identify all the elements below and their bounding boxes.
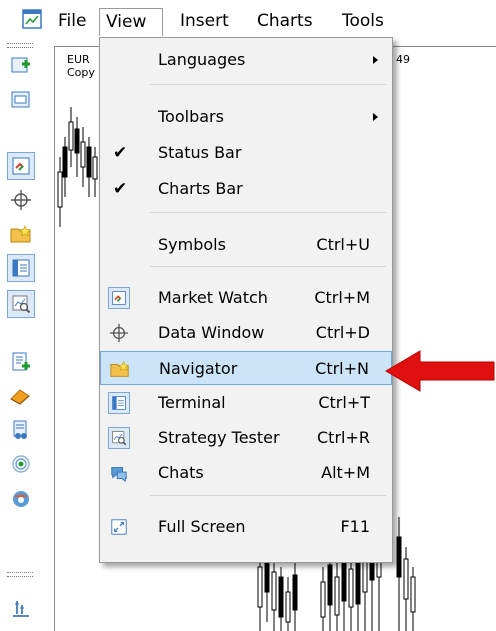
menu-item-shortcut: Alt+M: [321, 463, 370, 482]
toolbar-grip-2[interactable]: [7, 572, 33, 577]
menu-item-label: Charts Bar: [158, 179, 243, 198]
menu-separator: [150, 495, 386, 496]
new-order-icon[interactable]: [7, 348, 35, 376]
full-screen-icon: [108, 516, 130, 538]
menu-item-status-bar[interactable]: ✔ Status Bar: [100, 136, 392, 170]
menu-item-shortcut: Ctrl+T: [318, 393, 370, 412]
menu-item-strategy-tester[interactable]: Strategy Tester Ctrl+R: [100, 421, 392, 455]
menu-item-label: Strategy Tester: [158, 428, 280, 447]
menu-tools[interactable]: Tools: [336, 8, 390, 36]
menu-separator: [150, 266, 386, 267]
menu-item-label: Languages: [158, 50, 246, 69]
menu-charts[interactable]: Charts: [251, 8, 319, 36]
view-menu-dropdown: Languages Toolbars ✔ Status Bar ✔ Charts…: [99, 37, 393, 563]
menu-item-languages[interactable]: Languages: [100, 43, 392, 77]
menu-item-navigator[interactable]: Navigator Ctrl+N: [100, 351, 392, 385]
red-pointer-arrow-icon: [385, 350, 495, 392]
strategy-tester-icon: [108, 427, 130, 449]
menu-view[interactable]: View: [99, 8, 163, 36]
menu-insert[interactable]: Insert: [174, 8, 235, 36]
menu-item-shortcut: Ctrl+D: [315, 323, 370, 342]
eraser-icon[interactable]: [7, 382, 35, 410]
menu-item-label: Navigator: [159, 359, 238, 378]
toolbar-grip[interactable]: [7, 43, 33, 48]
menu-item-label: Chats: [158, 463, 204, 482]
terminal-toolbar-icon[interactable]: [7, 254, 35, 282]
left-toolbar: [0, 38, 42, 630]
signals-icon[interactable]: [7, 450, 35, 478]
navigator-toolbar-icon[interactable]: [7, 220, 35, 248]
market-news-icon[interactable]: [7, 416, 35, 444]
market-watch-icon: [108, 287, 130, 309]
menu-item-shortcut: Ctrl+N: [315, 359, 369, 378]
terminal-icon: [108, 392, 130, 414]
menu-item-label: Toolbars: [158, 107, 224, 126]
menu-item-label: Symbols: [158, 235, 226, 254]
market-watch-toolbar-icon[interactable]: [7, 152, 35, 180]
crosshair-icon: [108, 322, 130, 344]
strategy-tester-toolbar-icon[interactable]: [7, 290, 35, 318]
app-chart-icon[interactable]: [22, 9, 42, 29]
vps-icon[interactable]: [7, 484, 35, 512]
menu-item-market-watch[interactable]: Market Watch Ctrl+M: [100, 281, 392, 315]
menu-item-chats[interactable]: Chats Alt+M: [100, 456, 392, 490]
menu-item-label: Status Bar: [158, 143, 242, 162]
chart-shift-icon[interactable]: [7, 594, 35, 622]
checkmark-icon: ✔: [113, 179, 128, 199]
menu-item-label: Full Screen: [158, 517, 246, 536]
profiles-icon[interactable]: [7, 86, 35, 114]
menu-item-shortcut: Ctrl+M: [314, 288, 370, 307]
menu-item-symbols[interactable]: Symbols Ctrl+U: [100, 228, 392, 262]
menu-item-label: Data Window: [158, 323, 265, 342]
navigator-folder-icon: [109, 358, 131, 380]
data-window-crosshair-icon[interactable]: [7, 186, 35, 214]
menu-item-shortcut: Ctrl+U: [316, 235, 370, 254]
menu-item-full-screen[interactable]: Full Screen F11: [100, 510, 392, 544]
menu-separator: [150, 212, 386, 213]
menu-item-label: Market Watch: [158, 288, 268, 307]
menu-item-toolbars[interactable]: Toolbars: [100, 100, 392, 134]
menu-separator: [150, 84, 386, 85]
menu-bar: File View Insert Charts Tools: [0, 0, 496, 38]
new-chart-icon[interactable]: [7, 52, 35, 80]
submenu-arrow-icon: [373, 113, 378, 121]
menu-item-shortcut: Ctrl+R: [317, 428, 370, 447]
checkmark-icon: ✔: [113, 143, 128, 163]
menu-file[interactable]: File: [52, 8, 92, 36]
menu-item-data-window[interactable]: Data Window Ctrl+D: [100, 316, 392, 350]
menu-item-charts-bar[interactable]: ✔ Charts Bar: [100, 172, 392, 206]
chats-icon: [108, 462, 130, 484]
menu-item-terminal[interactable]: Terminal Ctrl+T: [100, 386, 392, 420]
menu-item-label: Terminal: [158, 393, 226, 412]
submenu-arrow-icon: [373, 56, 378, 64]
menu-item-shortcut: F11: [340, 517, 370, 536]
